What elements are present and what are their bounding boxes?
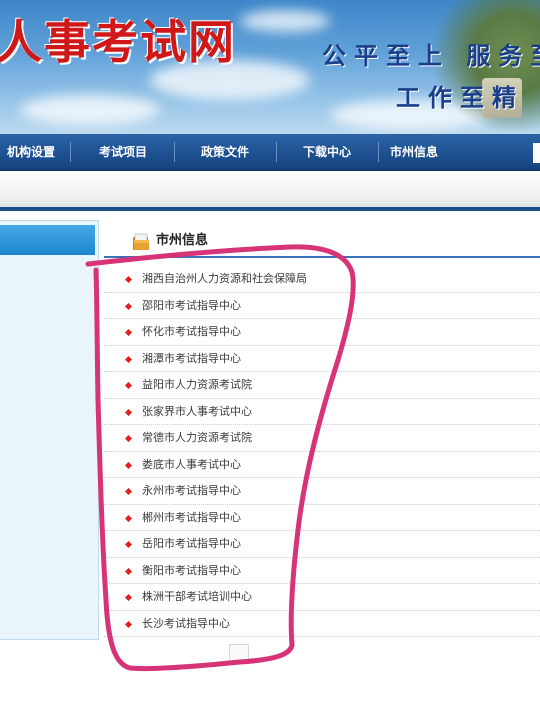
list-item-link[interactable]: 湘潭市考试指导中心: [142, 346, 241, 371]
list-item: 湘潭市考试指导中心: [104, 346, 540, 372]
list-item-link[interactable]: 张家界市人事考试中心: [142, 399, 252, 424]
bullet-icon: [124, 302, 133, 310]
list-item: 张家界市人事考试中心: [104, 399, 540, 425]
pager-box[interactable]: [229, 644, 249, 664]
header-banner: 人事考试网 公平至上 服务至诚 工作至精 管: [0, 0, 540, 134]
list-item: 湘西自治州人力资源和社会保障局: [104, 266, 540, 293]
list-item-link[interactable]: 衡阳市考试指导中心: [142, 558, 241, 583]
nav-divider: [174, 142, 175, 162]
cloud-decoration: [240, 10, 330, 32]
list-item-link[interactable]: 岳阳市考试指导中心: [142, 531, 241, 556]
nav-item-institution[interactable]: 机构设置: [0, 134, 62, 170]
list-item-link[interactable]: 益阳市人力资源考试院: [142, 372, 252, 397]
list-item: 永州市考试指导中心: [104, 478, 540, 505]
list-item-link[interactable]: 株洲干部考试培训中心: [142, 584, 252, 609]
list-item-link[interactable]: 常德市人力资源考试院: [142, 425, 252, 450]
list-item: 益阳市人力资源考试院: [104, 372, 540, 399]
main-nav: 机构设置 考试项目 政策文件 下载中心 市州信息: [0, 134, 540, 171]
list-item: 长沙考试指导中心: [104, 611, 540, 637]
list-item: 岳阳市考试指导中心: [104, 531, 540, 558]
nav-divider: [378, 142, 379, 162]
left-sidebar: [0, 220, 99, 640]
city-info-list: 湘西自治州人力资源和社会保障局 邵阳市考试指导中心 怀化市考试指导中心 湘潭市考…: [104, 266, 540, 637]
list-item: 娄底市人事考试中心: [104, 452, 540, 478]
panel-title-text: 市州信息: [156, 233, 209, 248]
list-item-link[interactable]: 怀化市考试指导中心: [142, 319, 241, 344]
list-item-link[interactable]: 娄底市人事考试中心: [142, 452, 241, 477]
list-item: 怀化市考试指导中心: [104, 319, 540, 346]
nav-search-input[interactable]: [533, 143, 540, 163]
nav-divider: [276, 142, 277, 162]
bullet-icon: [124, 408, 133, 416]
list-item: 株洲干部考试培训中心: [104, 584, 540, 611]
slogan-line-2: 工作至精 管: [396, 83, 540, 112]
slogan-line-1: 公平至上 服务至诚: [322, 41, 540, 70]
nav-item-city-info[interactable]: 市州信息: [384, 134, 444, 170]
bullet-icon: [124, 275, 133, 284]
bullet-icon: [124, 355, 133, 363]
list-item-link[interactable]: 湘西自治州人力资源和社会保障局: [142, 266, 307, 291]
bullet-icon: [124, 487, 133, 496]
bullet-icon: [124, 593, 133, 602]
cloud-decoration: [20, 95, 160, 125]
list-item: 邵阳市考试指导中心: [104, 293, 540, 319]
bullet-icon: [124, 328, 133, 337]
nav-divider: [70, 142, 71, 162]
list-item: 郴州市考试指导中心: [104, 505, 540, 531]
sub-bar: [0, 171, 540, 208]
panel-title: 市州信息: [132, 228, 208, 254]
list-item: 常德市人力资源考试院: [104, 425, 540, 452]
sidebar-header: [0, 225, 95, 255]
list-item-link[interactable]: 长沙考试指导中心: [142, 611, 230, 636]
bullet-icon: [124, 434, 133, 443]
nav-item-policy-docs[interactable]: 政策文件: [182, 134, 268, 170]
bullet-icon: [124, 567, 133, 575]
bullet-icon: [124, 461, 133, 469]
nav-item-exam-projects[interactable]: 考试项目: [80, 134, 166, 170]
panel-title-underline: [104, 256, 540, 258]
list-item-link[interactable]: 邵阳市考试指导中心: [142, 293, 241, 318]
site-logo[interactable]: 人事考试网: [0, 6, 236, 72]
list-item-link[interactable]: 永州市考试指导中心: [142, 478, 241, 503]
bullet-icon: [124, 540, 133, 549]
sub-bar-divider: [0, 207, 540, 211]
bullet-icon: [124, 381, 133, 390]
bullet-icon: [124, 514, 133, 522]
list-item-link[interactable]: 郴州市考试指导中心: [142, 505, 241, 530]
list-item: 衡阳市考试指导中心: [104, 558, 540, 584]
nav-item-downloads[interactable]: 下载中心: [284, 134, 370, 170]
bullet-icon: [124, 620, 133, 628]
